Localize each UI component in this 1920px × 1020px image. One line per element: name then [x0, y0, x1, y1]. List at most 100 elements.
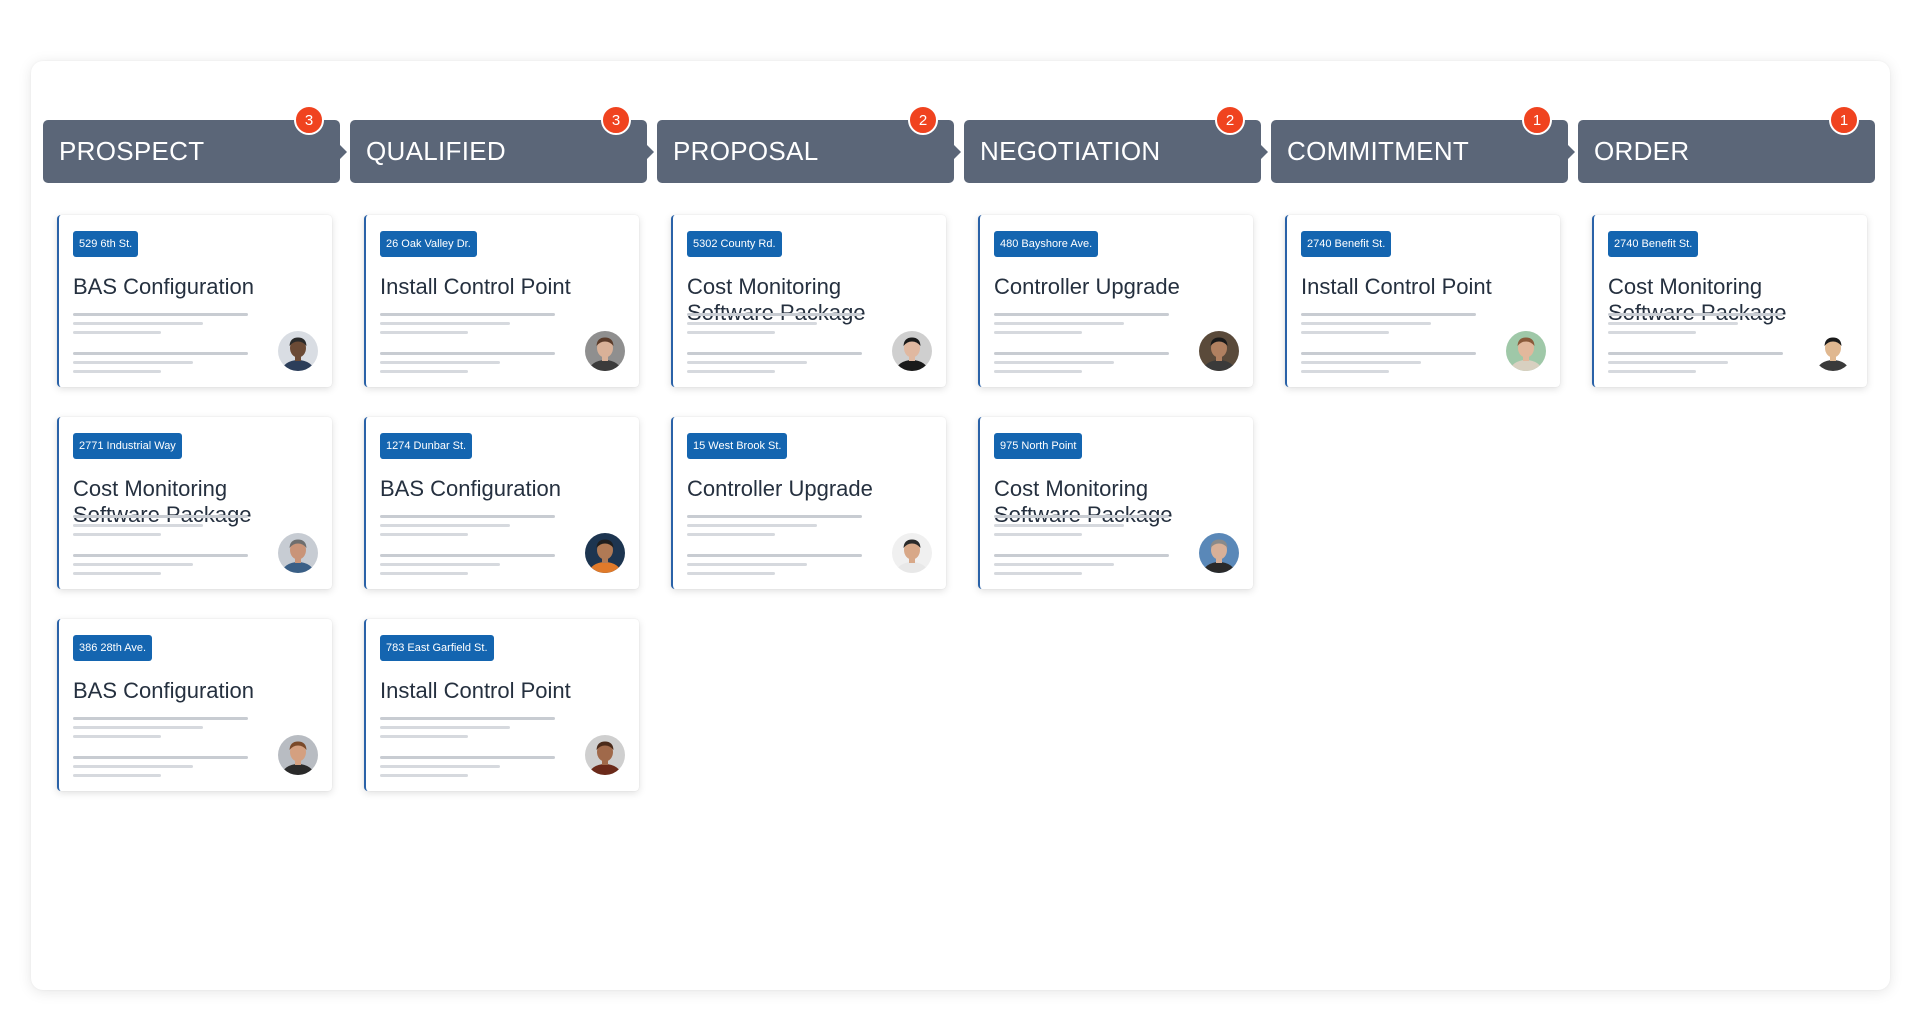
placeholder-line [687, 524, 817, 527]
placeholder-line [1301, 352, 1476, 355]
placeholder-line [994, 370, 1082, 373]
deal-title: BAS Configuration [73, 678, 254, 703]
placeholder-line [73, 572, 161, 575]
stage-arrow-icon [954, 144, 961, 159]
placeholder-line [994, 533, 1082, 536]
deal-card[interactable]: 2740 Benefit St.Cost Monitoring Software… [1592, 215, 1867, 387]
deal-card[interactable]: 2771 Industrial WayCost Monitoring Softw… [57, 417, 332, 589]
deal-card[interactable]: 783 East Garfield St. Install Control Poi… [364, 619, 639, 791]
placeholder-line [994, 322, 1124, 325]
avatar[interactable] [278, 735, 318, 775]
placeholder-line [380, 774, 468, 777]
deal-card[interactable]: 480 Bayshore Ave. Controller Upgrade [978, 215, 1253, 387]
placeholder-line [380, 756, 555, 759]
avatar[interactable] [278, 533, 318, 573]
address-tag: 386 28th Ave. [73, 635, 153, 661]
address-tag: 529 6th St. [73, 231, 139, 257]
deal-card[interactable]: 26 Oak Valley Dr. Install Control Point [364, 215, 639, 387]
placeholder-line [380, 361, 500, 364]
person-icon [1506, 331, 1546, 371]
deal-title: Install Control Point [380, 678, 571, 703]
placeholder-line [687, 533, 775, 536]
address-tag: 975 North Point [994, 433, 1083, 459]
deal-card[interactable]: 1274 Dunbar St. BAS Configuration [364, 417, 639, 589]
stage-qualified[interactable]: QUALIFIED 3 [350, 105, 654, 183]
placeholder-lines [1301, 307, 1481, 373]
stage-negotiation[interactable]: NEGOTIATION 2 [964, 105, 1268, 183]
avatar[interactable] [1199, 331, 1239, 371]
placeholder-line [994, 331, 1082, 334]
deal-title: Controller Upgrade [994, 274, 1180, 299]
placeholder-lines [380, 307, 560, 373]
placeholder-line [380, 322, 510, 325]
placeholder-line [73, 313, 248, 316]
avatar[interactable] [278, 331, 318, 371]
placeholder-line [687, 322, 817, 325]
stage-order[interactable]: ORDER 1 [1578, 105, 1875, 183]
person-icon [1199, 533, 1239, 573]
placeholder-lines [687, 307, 867, 373]
placeholder-lines [1608, 307, 1788, 373]
avatar[interactable] [585, 533, 625, 573]
avatar[interactable] [1506, 331, 1546, 371]
placeholder-line [73, 563, 193, 566]
stage-column: 480 Bayshore Ave. Controller Upgrade 975 N… [978, 215, 1253, 791]
stage-column: 529 6th St. BAS Configuration 2771 Industr… [57, 215, 332, 791]
stage-header-row: PROSPECT 3 QUALIFIED 3 PROPOSAL 2 NEGOTIATION 2… [43, 105, 1875, 183]
placeholder-line [380, 572, 468, 575]
stage-proposal[interactable]: PROPOSAL 2 [657, 105, 961, 183]
placeholder-line [687, 313, 862, 316]
address-tag: 783 East Garfield St. [380, 635, 494, 661]
deal-card[interactable]: 2740 Benefit St. Install Control Point [1285, 215, 1560, 387]
stage-arrow-icon [1568, 144, 1575, 159]
avatar[interactable] [1199, 533, 1239, 573]
placeholder-line [687, 361, 807, 364]
address-tag: 2771 Industrial Way [73, 433, 182, 459]
stage-label: NEGOTIATION [980, 136, 1161, 166]
placeholder-lines [380, 509, 560, 575]
deal-title: Install Control Point [380, 274, 571, 299]
placeholder-line [687, 352, 862, 355]
placeholder-line [1608, 370, 1696, 373]
address-tag: 1274 Dunbar St. [380, 433, 473, 459]
address-tag: 26 Oak Valley Dr. [380, 231, 477, 257]
address-tag: 480 Bayshore Ave. [994, 231, 1099, 257]
person-icon [892, 533, 932, 573]
avatar[interactable] [585, 331, 625, 371]
placeholder-lines [73, 307, 253, 373]
placeholder-line [994, 361, 1114, 364]
placeholder-line [73, 524, 203, 527]
deal-card[interactable]: 5302 County Rd.Cost Monitoring Software … [671, 215, 946, 387]
placeholder-line [380, 717, 555, 720]
placeholder-line [73, 765, 193, 768]
placeholder-line [687, 515, 862, 518]
stage-prospect[interactable]: PROSPECT 3 [43, 105, 347, 183]
stage-columns: 529 6th St. BAS Configuration 2771 Industr… [57, 215, 1867, 791]
placeholder-line [1301, 331, 1389, 334]
placeholder-line [380, 515, 555, 518]
deal-card[interactable]: 529 6th St. BAS Configuration [57, 215, 332, 387]
stage-column: 2740 Benefit St.Cost Monitoring Software… [1592, 215, 1867, 791]
stage-commitment[interactable]: COMMITMENT 1 [1271, 105, 1575, 183]
placeholder-line [1301, 361, 1421, 364]
placeholder-line [1301, 313, 1476, 316]
placeholder-line [380, 313, 555, 316]
deal-card[interactable]: 386 28th Ave. BAS Configuration [57, 619, 332, 791]
placeholder-line [380, 726, 510, 729]
placeholder-line [1301, 370, 1389, 373]
stage-label: COMMITMENT [1287, 136, 1470, 166]
avatar[interactable] [892, 331, 932, 371]
address-tag: 2740 Benefit St. [1608, 231, 1699, 257]
deal-card[interactable]: 975 North PointCost Monitoring Software … [978, 417, 1253, 589]
placeholder-line [380, 765, 500, 768]
stage-column: 5302 County Rd.Cost Monitoring Software … [671, 215, 946, 791]
avatar[interactable] [1813, 331, 1853, 371]
placeholder-line [73, 726, 203, 729]
avatar[interactable] [585, 735, 625, 775]
deal-card[interactable]: 15 West Brook St. Controller Upgrade [671, 417, 946, 589]
placeholder-line [687, 370, 775, 373]
placeholder-line [73, 515, 248, 518]
placeholder-line [1608, 331, 1696, 334]
avatar[interactable] [892, 533, 932, 573]
placeholder-line [994, 524, 1124, 527]
